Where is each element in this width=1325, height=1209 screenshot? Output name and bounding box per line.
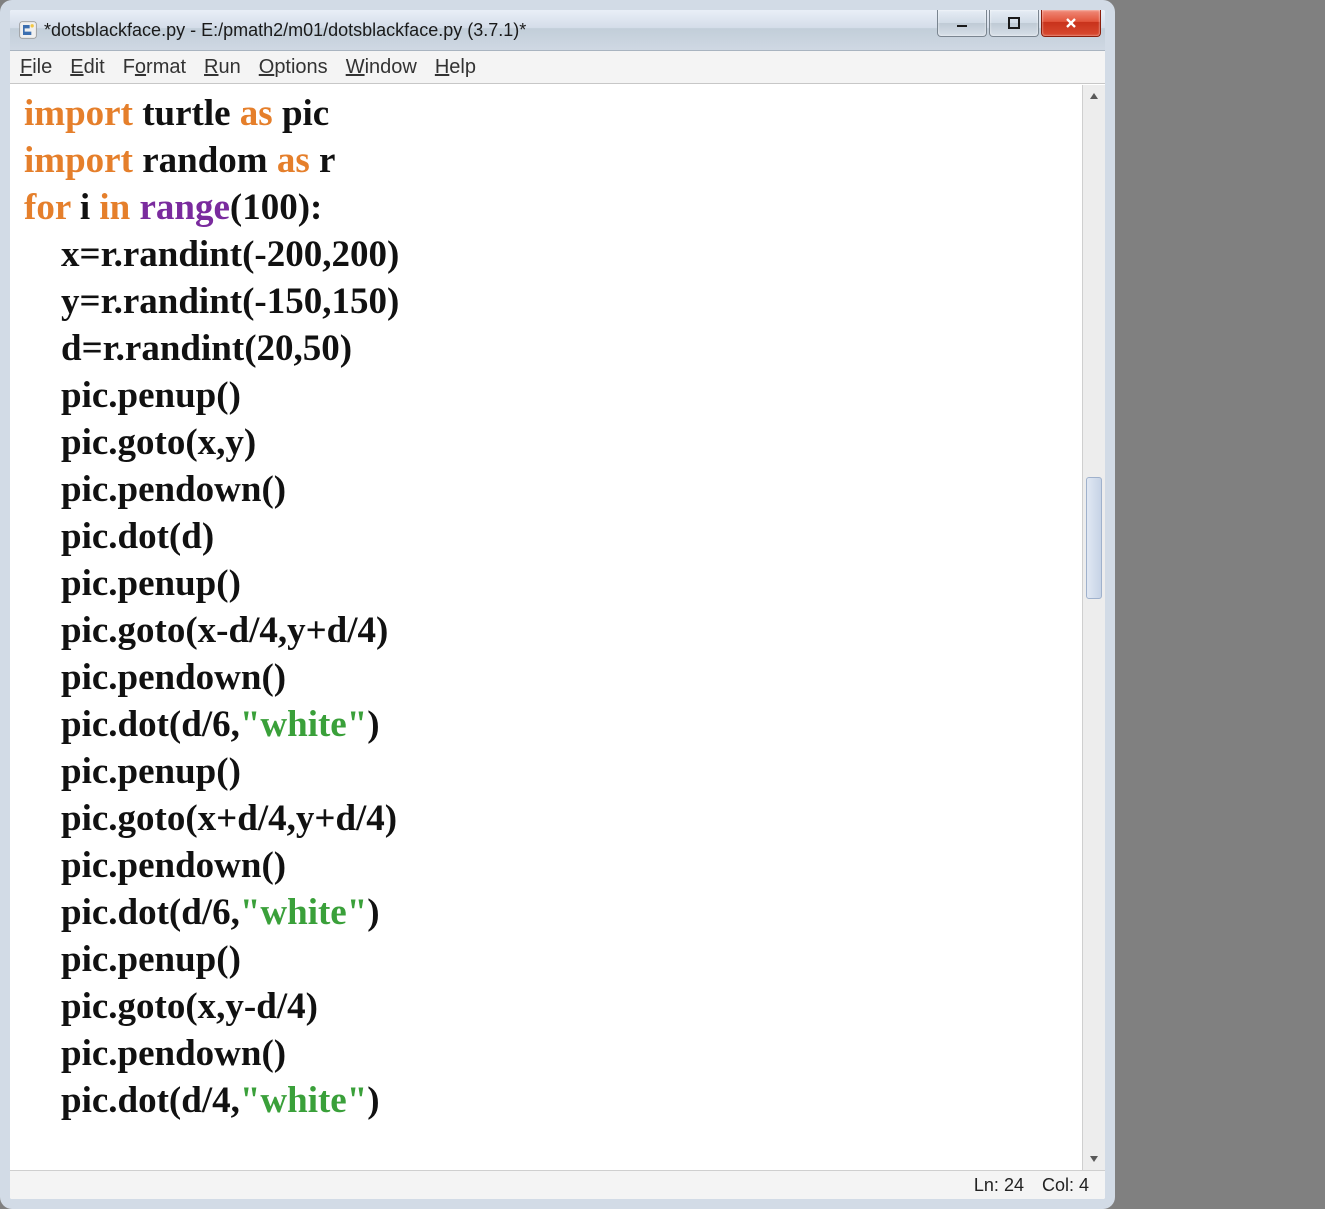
window-control-buttons	[935, 10, 1101, 37]
scroll-down-arrow-icon[interactable]	[1083, 1148, 1105, 1170]
string-literal: "white"	[240, 704, 367, 745]
code-line: pic.goto(x,y-d/4)	[24, 986, 318, 1027]
code-line: pic.pendown()	[24, 845, 286, 886]
maximize-button[interactable]	[989, 10, 1039, 37]
client-area: import turtle as pic import random as r …	[10, 84, 1105, 1170]
kw-for: for	[24, 187, 71, 228]
kw-as: as	[277, 140, 310, 181]
menu-options[interactable]: Options	[259, 56, 328, 79]
status-col: Col: 4	[1042, 1175, 1089, 1196]
kw-import: import	[24, 93, 133, 134]
builtin-range: range	[139, 187, 229, 228]
code-line: pic.goto(x+d/4,y+d/4)	[24, 798, 397, 839]
code-line: pic.penup()	[24, 939, 241, 980]
status-line: Ln: 24	[974, 1175, 1024, 1196]
code-editor[interactable]: import turtle as pic import random as r …	[10, 85, 1082, 1170]
code-line: pic.pendown()	[24, 657, 286, 698]
minimize-button[interactable]	[937, 10, 987, 37]
code-line: pic.penup()	[24, 375, 241, 416]
menu-run[interactable]: Run	[204, 56, 241, 79]
code-line: pic.dot(d/6,	[24, 704, 240, 745]
titlebar[interactable]: *dotsblackface.py - E:/pmath2/m01/dotsbl…	[10, 10, 1105, 51]
scroll-thumb[interactable]	[1086, 477, 1102, 599]
menubar: File Edit Format Run Options Window Help	[10, 51, 1105, 84]
kw-import: import	[24, 140, 133, 181]
code-line: pic.pendown()	[24, 469, 286, 510]
code-line: pic.penup()	[24, 563, 241, 604]
menu-help[interactable]: Help	[435, 56, 476, 79]
code-line: pic.pendown()	[24, 1033, 286, 1074]
code-line: pic.dot(d)	[24, 516, 214, 557]
kw-in: in	[99, 187, 130, 228]
scroll-up-arrow-icon[interactable]	[1083, 85, 1105, 107]
string-literal: "white"	[240, 892, 367, 933]
close-button[interactable]	[1041, 10, 1101, 37]
code-line: pic.goto(x-d/4,y+d/4)	[24, 610, 388, 651]
python-idle-icon	[18, 20, 38, 40]
menu-window[interactable]: Window	[346, 56, 417, 79]
code-line: pic.penup()	[24, 751, 241, 792]
menu-format[interactable]: Format	[123, 56, 186, 79]
kw-as: as	[240, 93, 273, 134]
code-line: x=r.randint(-200,200)	[24, 234, 399, 275]
code-line: y=r.randint(-150,150)	[24, 281, 399, 322]
idle-editor-window: *dotsblackface.py - E:/pmath2/m01/dotsbl…	[0, 0, 1115, 1209]
code-line: pic.dot(d/6,	[24, 892, 240, 933]
vertical-scrollbar[interactable]	[1082, 85, 1105, 1170]
menu-file[interactable]: File	[20, 56, 52, 79]
window-title: *dotsblackface.py - E:/pmath2/m01/dotsbl…	[44, 20, 526, 41]
scroll-track[interactable]	[1083, 107, 1105, 1148]
code-line: pic.dot(d/4,	[24, 1080, 240, 1121]
statusbar: Ln: 24 Col: 4	[10, 1170, 1105, 1199]
code-line: d=r.randint(20,50)	[24, 328, 352, 369]
menu-edit[interactable]: Edit	[70, 56, 104, 79]
string-literal: "white"	[240, 1080, 367, 1121]
code-content[interactable]: import turtle as pic import random as r …	[24, 91, 1082, 1125]
code-line: pic.goto(x,y)	[24, 422, 256, 463]
